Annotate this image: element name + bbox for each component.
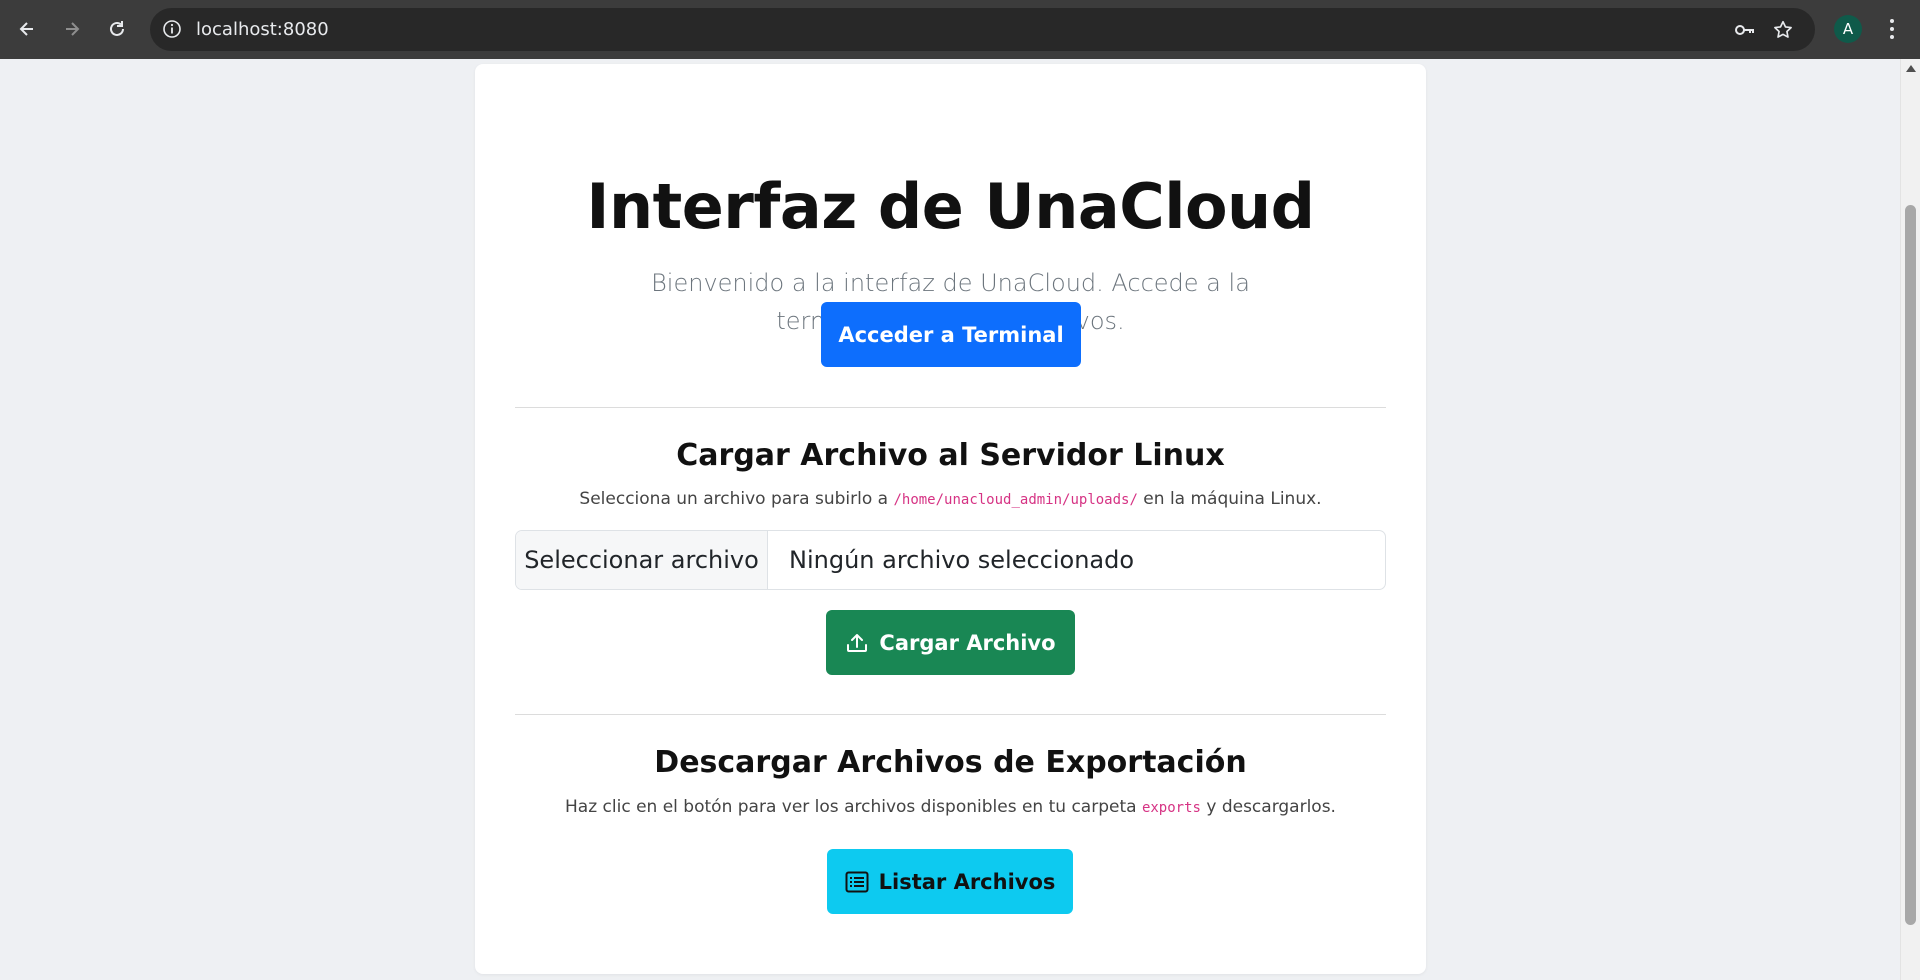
file-status-text: Ningún archivo seleccionado	[789, 546, 1135, 574]
file-input[interactable]: Seleccionar archivo Ningún archivo selec…	[515, 530, 1386, 590]
terminal-button[interactable]: Acceder a Terminal	[821, 302, 1081, 367]
download-desc-text: Haz clic en el botón para ver los archiv…	[565, 797, 1142, 817]
download-description: Haz clic en el botón para ver los archiv…	[475, 797, 1426, 817]
terminal-button-label: Acceder a Terminal	[838, 322, 1064, 347]
upload-description: Selecciona un archivo para subirlo a /ho…	[475, 489, 1426, 509]
back-icon[interactable]	[10, 12, 44, 46]
address-bar[interactable]: localhost:8080	[150, 8, 1815, 51]
browser-toolbar: localhost:8080 A	[0, 0, 1920, 59]
forward-icon[interactable]	[55, 12, 89, 46]
upload-button-label: Cargar Archivo	[879, 630, 1056, 655]
reload-icon[interactable]	[100, 12, 134, 46]
divider	[515, 407, 1386, 408]
divider	[515, 714, 1386, 715]
page-title: Interfaz de UnaCloud	[586, 170, 1315, 243]
upload-desc-text-end: en la máquina Linux.	[1137, 489, 1322, 509]
list-icon	[845, 871, 869, 892]
avatar[interactable]: A	[1834, 15, 1862, 43]
list-files-button-label: Listar Archivos	[878, 869, 1056, 894]
info-icon[interactable]	[162, 19, 182, 39]
upload-path-code: /home/unacloud_admin/uploads/	[893, 492, 1138, 508]
download-heading: Descargar Archivos de Exportación	[654, 745, 1247, 780]
page-scrollbar[interactable]	[1900, 59, 1920, 980]
key-icon[interactable]	[1732, 17, 1758, 43]
url-text[interactable]: localhost:8080	[196, 19, 329, 40]
upload-heading: Cargar Archivo al Servidor Linux	[676, 438, 1225, 473]
upload-icon	[847, 633, 868, 652]
scroll-up-arrow-icon[interactable]	[1906, 65, 1916, 72]
list-files-button[interactable]: Listar Archivos	[827, 849, 1073, 914]
main-card: Interfaz de UnaCloud Bienvenido a la int…	[475, 64, 1426, 974]
upload-button[interactable]: Cargar Archivo	[826, 610, 1075, 675]
menu-icon[interactable]	[1880, 13, 1904, 45]
star-icon[interactable]	[1770, 17, 1796, 43]
upload-desc-text: Selecciona un archivo para subirlo a	[579, 489, 894, 509]
scrollbar-thumb[interactable]	[1905, 205, 1916, 925]
exports-folder-code: exports	[1141, 800, 1201, 816]
download-desc-text-end: y descargarlos.	[1200, 797, 1336, 817]
choose-file-button[interactable]: Seleccionar archivo	[516, 531, 768, 589]
